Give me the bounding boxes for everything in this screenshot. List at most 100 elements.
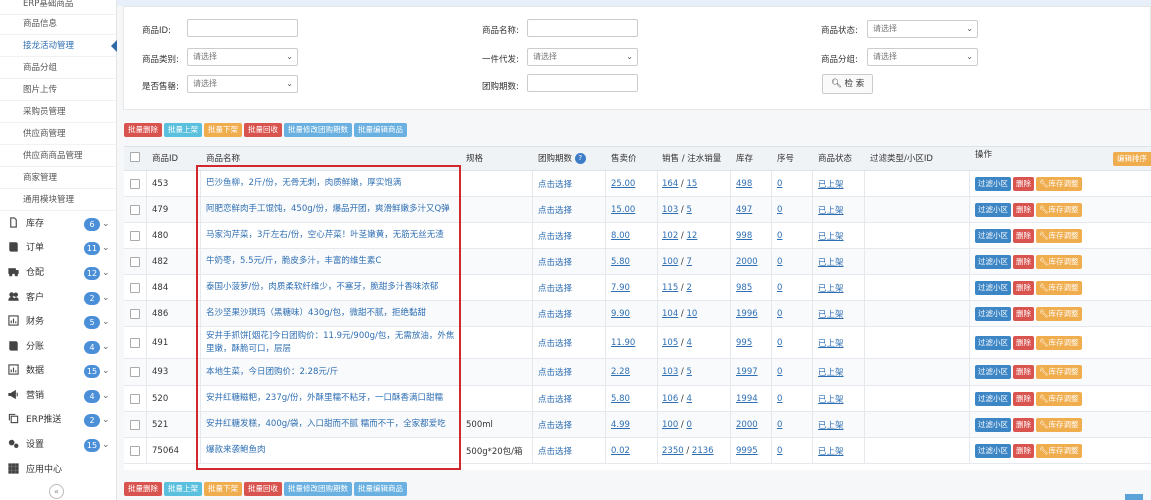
stock-link[interactable]: 498 xyxy=(736,171,752,196)
product-name-link[interactable]: 安井红糖糍粑，237g/份，外酥里糯不粘牙，一口酥香满口甜糯 xyxy=(206,386,456,411)
sidebar-item[interactable]: 客户 2 ⌄ xyxy=(0,286,117,311)
scroll-top-button[interactable] xyxy=(1125,494,1143,500)
fake-sales-link[interactable]: 4 xyxy=(687,338,692,348)
sidebar-subitem[interactable]: 供应商商品管理 xyxy=(0,145,117,167)
row-checkbox[interactable] xyxy=(130,367,140,377)
fake-sales-link[interactable]: 2136 xyxy=(692,446,714,456)
product-name-link[interactable]: 安井红糖发糕，400g/袋，入口甜而不腻 糯而不干，全家都爱吃 xyxy=(206,412,456,437)
row-checkbox-cell[interactable] xyxy=(130,275,140,300)
row-checkbox[interactable] xyxy=(130,337,140,348)
status-link[interactable]: 已上架 xyxy=(818,412,844,437)
filter-community-button[interactable]: 过滤小区 xyxy=(975,365,1011,379)
stock-link[interactable]: 985 xyxy=(736,275,752,300)
fake-sales-link[interactable]: 15 xyxy=(687,179,698,189)
sidebar-item[interactable]: 数据 15 ⌄ xyxy=(0,359,117,384)
delete-button[interactable]: 删除 xyxy=(1013,335,1034,350)
sales-link[interactable]: 105 xyxy=(662,338,678,348)
status-link[interactable]: 已上架 xyxy=(818,171,844,196)
stock-link[interactable]: 2000 xyxy=(736,412,758,437)
seq-link[interactable]: 0 xyxy=(777,171,782,196)
sales-link[interactable]: 103 xyxy=(662,205,678,215)
price-link[interactable]: 11.90 xyxy=(611,327,635,358)
status-link[interactable]: 已上架 xyxy=(818,438,844,463)
stock-link[interactable]: 9995 xyxy=(736,438,758,463)
batch-online-button[interactable]: 批量上架 xyxy=(164,123,202,137)
period-select-link[interactable]: 点击选择 xyxy=(538,327,572,358)
status-link[interactable]: 已上架 xyxy=(818,327,844,358)
sidebar-item[interactable]: 应用中心 xyxy=(0,458,117,483)
sales-link[interactable]: 103 xyxy=(662,367,678,377)
group-period-input[interactable] xyxy=(527,74,638,92)
seq-link[interactable]: 0 xyxy=(777,301,782,326)
stock-adjust-button[interactable]: 🔧︎库存调整 xyxy=(1036,417,1082,432)
product-name-link[interactable]: 爆款来袭鲍鱼肉 xyxy=(206,438,456,463)
delete-button[interactable]: 删除 xyxy=(1013,202,1034,217)
sales-link[interactable]: 115 xyxy=(662,283,678,293)
batch-delete-button[interactable]: 批量删除 xyxy=(124,123,162,137)
sidebar-subitem[interactable]: 商品分组 xyxy=(0,57,117,79)
sidebar-subitem[interactable]: 采购员管理 xyxy=(0,101,117,123)
status-link[interactable]: 已上架 xyxy=(818,359,844,385)
sidebar-subitem[interactable]: 商品信息 xyxy=(0,13,117,35)
price-link[interactable]: 5.80 xyxy=(611,249,630,274)
stock-adjust-button[interactable]: 🔧︎库存调整 xyxy=(1036,306,1082,321)
period-select-link[interactable]: 点击选择 xyxy=(538,359,572,385)
sales-link[interactable]: 100 xyxy=(662,420,678,430)
status-link[interactable]: 已上架 xyxy=(818,275,844,300)
stock-adjust-button[interactable]: 🔧︎库存调整 xyxy=(1036,280,1082,295)
fake-sales-link[interactable]: 5 xyxy=(687,367,692,377)
product-name-link[interactable]: 马家沟芹菜，3斤左右/份，空心芹菜！叶茎嫩黄，无筋无丝无渣 xyxy=(206,223,456,248)
filter-community-button[interactable]: 过滤小区 xyxy=(975,202,1011,217)
batch-online-button[interactable]: 批量上架 xyxy=(164,482,202,496)
delete-button[interactable]: 删除 xyxy=(1013,417,1034,432)
stock-link[interactable]: 1996 xyxy=(736,301,758,326)
row-checkbox[interactable] xyxy=(130,419,140,430)
sales-link[interactable]: 102 xyxy=(662,231,678,241)
seq-link[interactable]: 0 xyxy=(777,327,782,358)
row-checkbox-cell[interactable] xyxy=(130,301,140,326)
period-select-link[interactable]: 点击选择 xyxy=(538,275,572,300)
seq-link[interactable]: 0 xyxy=(777,197,782,222)
batch-edit-period-button[interactable]: 批量修改团购期数 xyxy=(284,482,352,496)
fake-sales-link[interactable]: 0 xyxy=(687,420,692,430)
stock-adjust-button[interactable]: 🔧︎库存调整 xyxy=(1036,335,1082,350)
filter-community-button[interactable]: 过滤小区 xyxy=(975,280,1011,295)
filter-community-button[interactable]: 过滤小区 xyxy=(975,335,1011,350)
row-checkbox-cell[interactable] xyxy=(130,327,140,358)
sidebar-subitem[interactable]: 商家管理 xyxy=(0,167,117,189)
delete-button[interactable]: 删除 xyxy=(1013,391,1034,406)
period-select-link[interactable]: 点击选择 xyxy=(538,223,572,248)
sidebar-item[interactable]: 设置 15 ⌄ xyxy=(0,433,117,458)
batch-edit-period-button[interactable]: 批量修改团购期数 xyxy=(284,123,352,137)
dropship-select[interactable]: 请选择 ⌄ xyxy=(527,48,638,66)
product-name-link[interactable]: 阿肥恋鲜肉手工馄饨，450g/份，爆品开团，爽滑鲜嫩多汁又Q弹 xyxy=(206,197,456,222)
stock-link[interactable]: 1997 xyxy=(736,359,758,385)
sidebar-item[interactable]: 仓配 12 ⌄ xyxy=(0,261,117,286)
period-select-link[interactable]: 点击选择 xyxy=(538,386,572,411)
stock-adjust-button[interactable]: 🔧︎库存调整 xyxy=(1036,391,1082,406)
fake-sales-link[interactable]: 2 xyxy=(687,283,692,293)
price-link[interactable]: 8.00 xyxy=(611,223,630,248)
period-select-link[interactable]: 点击选择 xyxy=(538,249,572,274)
row-checkbox-cell[interactable] xyxy=(130,386,140,411)
product-status-select[interactable]: 请选择 ⌄ xyxy=(867,20,978,38)
batch-offline-button[interactable]: 批量下架 xyxy=(204,123,242,137)
fake-sales-link[interactable]: 7 xyxy=(687,257,692,267)
row-checkbox[interactable] xyxy=(130,445,140,456)
seq-link[interactable]: 0 xyxy=(777,249,782,274)
period-select-link[interactable]: 点击选择 xyxy=(538,171,572,196)
sidebar-subitem[interactable]: 接龙活动管理 xyxy=(0,35,117,57)
price-link[interactable]: 4.99 xyxy=(611,412,630,437)
batch-delete-button[interactable]: 批量删除 xyxy=(124,482,162,496)
product-name-link[interactable]: 泰国小菠萝/份，肉质柔软纤维少，不塞牙，脆甜多汁香味浓郁 xyxy=(206,275,456,300)
search-button[interactable]: 🔍︎ 检 索 xyxy=(822,74,874,94)
seq-link[interactable]: 0 xyxy=(777,386,782,411)
stock-link[interactable]: 995 xyxy=(736,327,752,358)
sidebar-item[interactable]: 财务 5 ⌄ xyxy=(0,310,117,335)
seq-link[interactable]: 0 xyxy=(777,223,782,248)
filter-community-button[interactable]: 过滤小区 xyxy=(975,254,1011,269)
stock-adjust-button[interactable]: 🔧︎库存调整 xyxy=(1036,443,1082,458)
price-link[interactable]: 5.80 xyxy=(611,386,630,411)
product-id-input[interactable] xyxy=(187,19,298,37)
status-link[interactable]: 已上架 xyxy=(818,386,844,411)
